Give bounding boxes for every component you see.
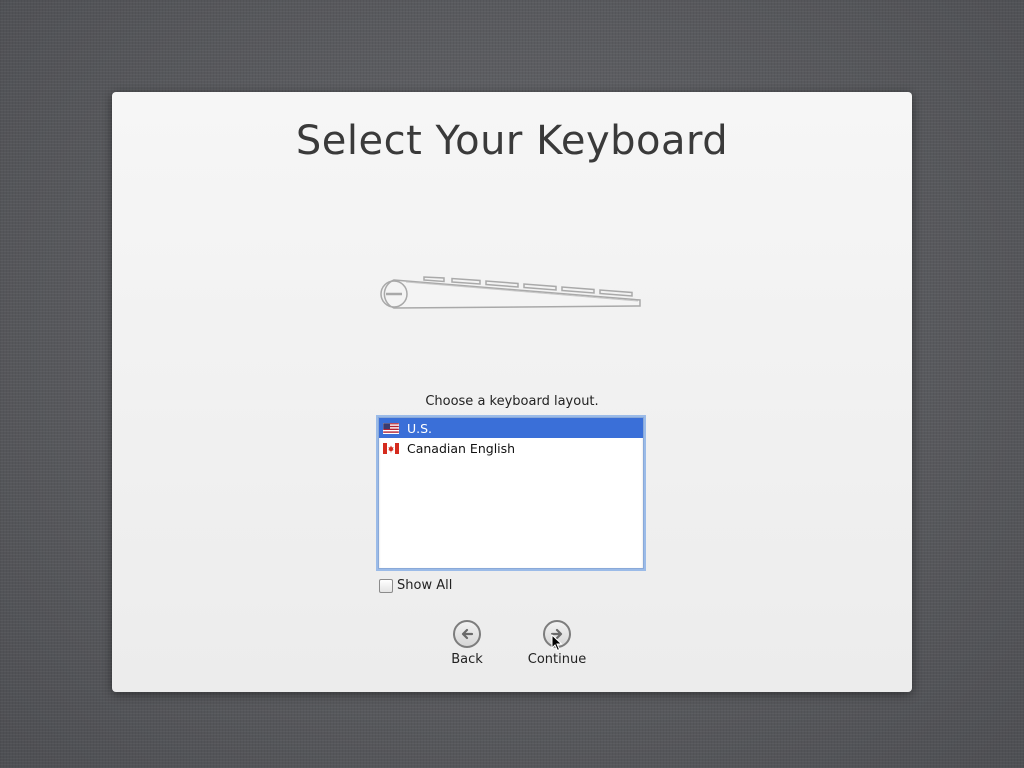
keyboard-layout-list[interactable]: U.S. Canadian English xyxy=(378,417,644,569)
keyboard-illustration xyxy=(380,276,641,309)
layout-prompt: Choose a keyboard layout. xyxy=(425,394,599,409)
back-button[interactable]: Back xyxy=(448,620,486,667)
us-flag-icon xyxy=(383,422,399,434)
setup-panel: Select Your Keyboard Choose a keyboard l… xyxy=(112,92,912,692)
mouse-cursor-icon xyxy=(551,634,563,652)
page-title: Select Your Keyboard xyxy=(295,118,729,164)
checkbox-box[interactable] xyxy=(379,578,393,593)
canada-flag-icon xyxy=(383,442,399,454)
list-item-label: Canadian English xyxy=(407,440,516,456)
arrow-left-icon xyxy=(461,628,474,640)
back-label: Back xyxy=(451,652,483,667)
list-item-label: U.S. xyxy=(407,420,433,436)
back-circle[interactable] xyxy=(453,620,481,648)
list-item-us[interactable]: U.S. xyxy=(379,418,643,438)
show-all-checkbox[interactable]: Show All xyxy=(379,578,452,593)
list-item-canadian-english[interactable]: Canadian English xyxy=(379,438,643,458)
continue-label: Continue xyxy=(527,652,587,667)
show-all-label: Show All xyxy=(397,578,453,593)
